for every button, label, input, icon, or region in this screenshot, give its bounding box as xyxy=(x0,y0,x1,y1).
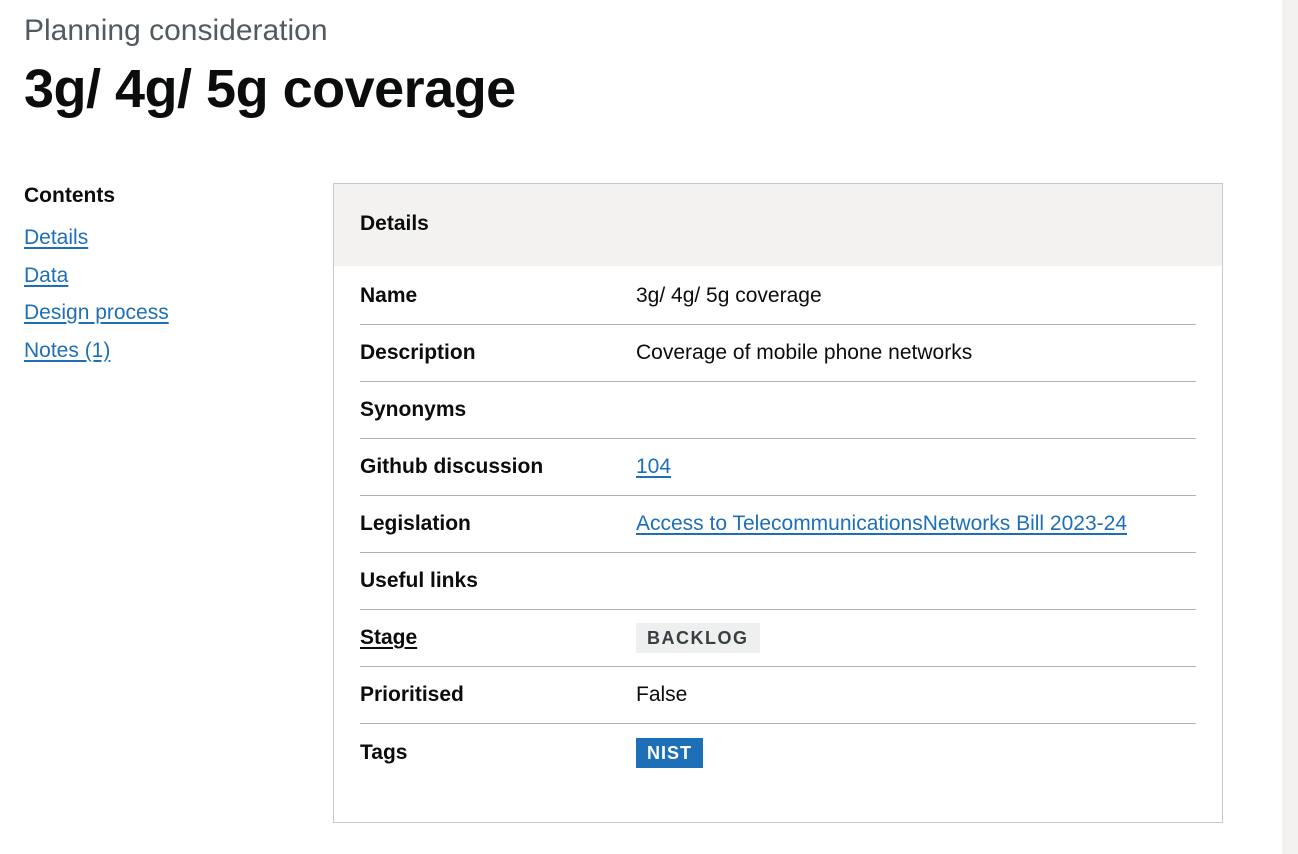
contents-nav: Contents Details Data Design process Not… xyxy=(24,184,284,376)
summary-row-prioritised: Prioritised False xyxy=(360,667,1196,724)
summary-value: NIST xyxy=(636,737,704,768)
contents-item: Design process xyxy=(24,301,284,339)
summary-value: 3g/ 4g/ 5g coverage xyxy=(636,284,822,307)
contents-link-notes[interactable]: Notes (1) xyxy=(24,339,110,362)
contents-item: Notes (1) xyxy=(24,339,284,377)
stage-key-abbr[interactable]: Stage xyxy=(360,626,636,650)
summary-key: Description xyxy=(360,341,476,364)
summary-row-stage: Stage BACKLOG xyxy=(360,610,1196,667)
summary-value: Coverage of mobile phone networks xyxy=(636,341,973,364)
page-scroll-gutter xyxy=(1282,0,1298,854)
contents-heading: Contents xyxy=(24,184,115,207)
page-title: 3g/ 4g/ 5g coverage xyxy=(24,59,516,119)
summary-key: Synonyms xyxy=(360,398,467,421)
nist-tag: NIST xyxy=(636,737,704,768)
summary-value: Access to TelecommunicationsNetworks Bil… xyxy=(636,512,1127,536)
summary-row-tags: Tags NIST xyxy=(360,724,1196,781)
github-discussion-link[interactable]: 104 xyxy=(636,455,671,478)
summary-value: BACKLOG xyxy=(636,623,760,653)
summary-key: Github discussion xyxy=(360,455,544,478)
contents-item: Details xyxy=(24,226,284,264)
contents-link-design-process[interactable]: Design process xyxy=(24,301,169,324)
summary-value: 104 xyxy=(636,455,671,479)
contents-link-details[interactable]: Details xyxy=(24,226,88,249)
summary-row-synonyms: Synonyms xyxy=(360,382,1196,439)
contents-link-data[interactable]: Data xyxy=(24,264,68,287)
contents-list: Details Data Design process Notes (1) xyxy=(24,226,284,376)
summary-key: Tags xyxy=(360,740,408,764)
summary-key: Legislation xyxy=(360,512,471,535)
summary-row-name: Name 3g/ 4g/ 5g coverage xyxy=(360,268,1196,325)
summary-row-legislation: Legislation Access to Telecommunications… xyxy=(360,496,1196,553)
contents-item: Data xyxy=(24,264,284,302)
summary-row-github-discussion: Github discussion 104 xyxy=(360,439,1196,496)
summary-row-useful-links: Useful links xyxy=(360,553,1196,610)
summary-row-description: Description Coverage of mobile phone net… xyxy=(360,325,1196,382)
summary-key: Useful links xyxy=(360,569,478,592)
details-card-heading: Details xyxy=(334,184,1222,266)
summary-key: Name xyxy=(360,284,418,307)
page-caption: Planning consideration xyxy=(24,14,328,47)
details-card: Details Name 3g/ 4g/ 5g coverage Descrip… xyxy=(333,183,1223,823)
summary-list: Name 3g/ 4g/ 5g coverage Description Cov… xyxy=(334,268,1222,781)
stage-tag: BACKLOG xyxy=(636,623,760,653)
legislation-link[interactable]: Access to TelecommunicationsNetworks Bil… xyxy=(636,512,1127,535)
summary-value: False xyxy=(636,683,688,706)
summary-key: Prioritised xyxy=(360,683,464,706)
